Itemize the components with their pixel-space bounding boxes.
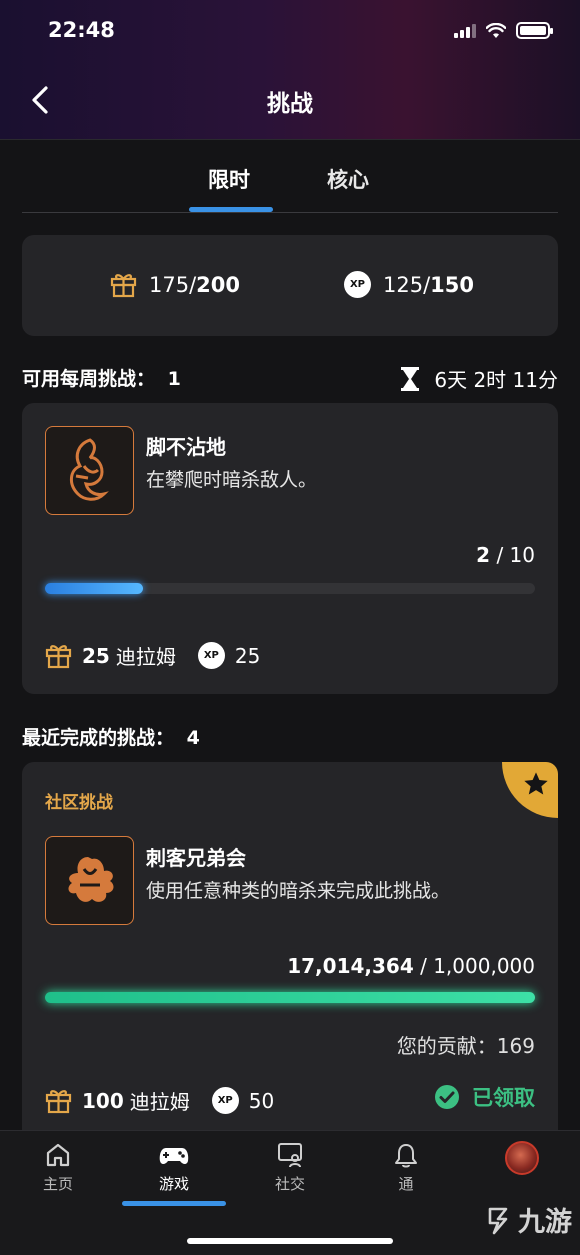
nav-social-label: 社交 bbox=[274, 1175, 305, 1193]
challenge-card[interactable]: 脚不沾地 在攀爬时暗杀敌人。 2 / 10 25 迪拉姆 XP 25 bbox=[22, 403, 558, 694]
rewards-summary-card: 175/200 XP 125/150 bbox=[22, 235, 558, 336]
watermark-text: 九游 bbox=[518, 1207, 572, 1238]
featured-star-badge bbox=[502, 762, 558, 818]
challenge-progress-bar bbox=[45, 583, 535, 594]
contribution-text: 您的贡献：169 bbox=[396, 1034, 535, 1058]
community-challenge-description: 使用任意种类的暗杀来完成此挑战。 bbox=[146, 880, 451, 902]
xp-icon: XP bbox=[197, 642, 225, 669]
tab-limited[interactable]: 限时 bbox=[208, 164, 250, 194]
recent-challenges-heading: 最近完成的挑战： 4 bbox=[22, 723, 200, 750]
nav-games-label: 游戏 bbox=[158, 1175, 189, 1193]
progress-total: / 10 bbox=[490, 543, 535, 567]
nav-social[interactable]: 社交 bbox=[250, 1141, 330, 1194]
community-challenge-tag: 社区挑战 bbox=[45, 793, 113, 813]
xp-progress: XP 125/150 bbox=[344, 271, 474, 298]
xp-progress-value: 125/150 bbox=[383, 273, 474, 297]
xp-reward: 25 bbox=[234, 643, 261, 668]
status-icons bbox=[454, 22, 553, 39]
assassin-brotherhood-emblem-icon bbox=[45, 836, 134, 925]
challenge-rewards: 25 迪拉姆 XP 25 bbox=[45, 641, 260, 670]
community-progress-text: 17,014,364 / 1,000,000 bbox=[287, 954, 535, 978]
community-progress-bar bbox=[45, 992, 535, 1003]
community-progress-current: 17,014,364 bbox=[287, 954, 414, 978]
battery-icon bbox=[516, 22, 553, 39]
challenge-description: 在攀爬时暗杀敌人。 bbox=[146, 469, 318, 491]
home-icon bbox=[46, 1143, 70, 1167]
weekly-count: 1 bbox=[167, 368, 181, 390]
reward-unit: 迪拉姆 bbox=[115, 645, 176, 669]
claimed-label: 已领取 bbox=[472, 1086, 535, 1110]
check-circle-icon bbox=[435, 1085, 459, 1109]
community-progress-fill bbox=[45, 992, 535, 1003]
active-nav-indicator bbox=[122, 1201, 226, 1206]
jiuyou-logo-icon bbox=[488, 1207, 508, 1234]
star-icon bbox=[524, 772, 548, 795]
home-indicator bbox=[187, 1238, 393, 1244]
tab-bar: 限时 核心 bbox=[22, 140, 558, 213]
bell-icon bbox=[395, 1144, 417, 1168]
assassin-climb-emblem-icon bbox=[45, 426, 134, 515]
community-reward-amount: 100 bbox=[82, 1088, 124, 1113]
gift-current: 175/ bbox=[149, 272, 197, 297]
watermark: 九游 bbox=[484, 1200, 572, 1239]
community-xp-reward: 50 bbox=[248, 1088, 275, 1113]
nav-home[interactable]: 主页 bbox=[18, 1141, 98, 1194]
nav-notifications[interactable]: 通 bbox=[366, 1141, 446, 1194]
gift-progress: 175/200 bbox=[110, 271, 240, 298]
active-tab-indicator bbox=[189, 207, 273, 212]
recent-count: 4 bbox=[186, 727, 200, 749]
challenge-name: 脚不沾地 bbox=[146, 435, 226, 459]
nav-home-label: 主页 bbox=[42, 1175, 73, 1193]
avatar bbox=[505, 1141, 539, 1175]
page-title: 挑战 bbox=[267, 91, 313, 117]
progress-current: 2 bbox=[476, 543, 491, 567]
weekly-timer: 6天 2时 11分 bbox=[400, 364, 558, 393]
status-time: 22:48 bbox=[48, 18, 115, 42]
nav-notifications-label: 通 bbox=[398, 1175, 414, 1193]
wifi-icon bbox=[486, 22, 506, 38]
challenge-progress-text: 2 / 10 bbox=[476, 543, 535, 567]
tab-core[interactable]: 核心 bbox=[327, 164, 369, 194]
community-reward-unit: 迪拉姆 bbox=[129, 1090, 190, 1114]
challenge-progress-fill bbox=[45, 583, 143, 594]
gift-progress-value: 175/200 bbox=[149, 273, 240, 297]
nav-games[interactable]: 游戏 bbox=[134, 1141, 214, 1194]
reward-amount: 25 bbox=[82, 643, 110, 668]
xp-current: 125/ bbox=[383, 272, 431, 297]
xp-icon: XP bbox=[344, 271, 371, 298]
nav-profile[interactable] bbox=[482, 1141, 562, 1175]
gamepad-icon bbox=[159, 1148, 189, 1164]
social-icon bbox=[278, 1143, 302, 1168]
xp-total: 150 bbox=[430, 272, 475, 297]
community-progress-total: / 1,000,000 bbox=[413, 954, 535, 978]
community-rewards: 100 迪拉姆 XP 50 bbox=[45, 1086, 274, 1115]
gift-icon bbox=[45, 1090, 72, 1114]
header: 22:48 挑战 bbox=[0, 0, 580, 140]
weekly-label: 可用每周挑战： bbox=[22, 368, 156, 390]
gift-icon bbox=[45, 645, 72, 669]
weekly-challenges-heading: 可用每周挑战： 1 bbox=[22, 364, 181, 391]
community-challenge-name: 刺客兄弟会 bbox=[146, 846, 246, 870]
xp-icon: XP bbox=[211, 1087, 239, 1114]
hourglass-icon bbox=[401, 366, 420, 391]
claimed-status: 已领取 bbox=[434, 1082, 535, 1112]
gift-total: 200 bbox=[196, 272, 241, 297]
gift-icon bbox=[110, 274, 137, 298]
recent-label: 最近完成的挑战： bbox=[22, 727, 175, 749]
community-challenge-card[interactable]: 社区挑战 刺客兄弟会 使用任意种类的暗杀来完成此挑战。 17,014,364 /… bbox=[22, 762, 558, 1142]
cellular-signal-icon bbox=[454, 23, 476, 38]
timer-text: 6天 2时 11分 bbox=[434, 368, 558, 392]
